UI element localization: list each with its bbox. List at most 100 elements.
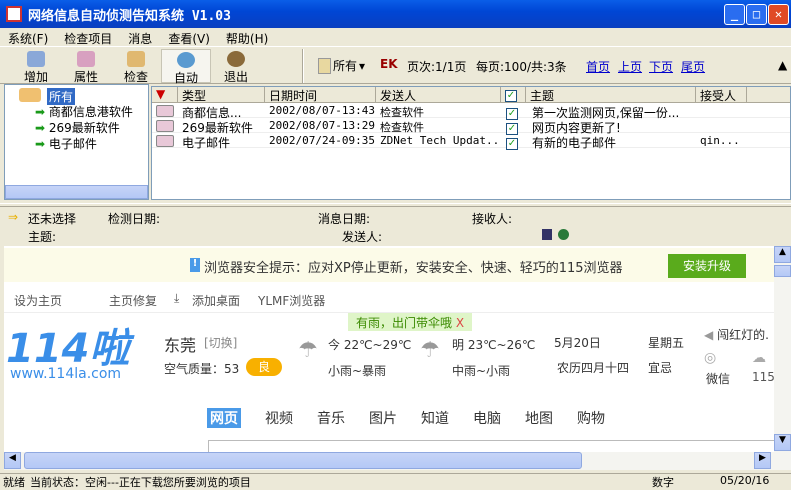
menu-check-items[interactable]: 检查项目: [64, 30, 112, 46]
checkbox-icon: ✓: [505, 90, 517, 102]
cell-sender: ZDNet Tech Updat...: [380, 134, 501, 147]
message-info-panel: ⇒ 还未选择 检测日期: 消息日期: 接收人: 主题: 发送人:: [4, 208, 791, 246]
col-date[interactable]: 日期时间: [265, 87, 376, 103]
search-tab[interactable]: 购物: [577, 408, 605, 428]
site-url: www.114la.com: [10, 366, 122, 382]
tree-item[interactable]: ➡ 269最新软件: [35, 119, 120, 136]
install-button[interactable]: 安装升级: [668, 254, 746, 278]
search-tab[interactable]: 知道: [421, 408, 449, 428]
auto-icon: [177, 52, 195, 68]
wechat-link[interactable]: 微信: [706, 370, 730, 387]
search-tab[interactable]: 电脑: [473, 408, 501, 428]
list-header: ▼ 类型 日期时间 发送人 ✓ 主题 接受人: [152, 87, 790, 103]
date: 5月20日: [554, 336, 601, 350]
cell-type: 电子邮件: [182, 136, 231, 150]
subject-label: 主题:: [28, 230, 57, 244]
next-page-link[interactable]: 下页: [649, 58, 673, 75]
menu-system[interactable]: 系统(F): [8, 30, 48, 46]
col-check[interactable]: ✓: [501, 87, 526, 103]
app-icon: [6, 6, 22, 22]
row-checkbox[interactable]: ✓: [506, 135, 518, 150]
search-tab[interactable]: 视频: [265, 408, 293, 428]
tree-item[interactable]: ➡ 电子邮件: [35, 135, 97, 152]
switch-city-link[interactable]: [切换]: [204, 334, 237, 351]
table-row[interactable]: 269最新软件 2002/08/07-13:29 检查软件 ✓ 网页内容更新了!: [152, 119, 790, 135]
banner-text: 浏览器安全提示：应对XP停止更新，安装安全、快速、轻巧的115浏览器: [204, 261, 623, 276]
tree-item[interactable]: ➡ 商都信息港软件: [35, 103, 133, 120]
properties-button[interactable]: 属性: [61, 49, 111, 84]
air-level-badge: 良: [246, 358, 282, 376]
add-button[interactable]: 增加: [11, 49, 61, 84]
minimize-button[interactable]: _: [724, 4, 745, 25]
search-tab[interactable]: 地图: [525, 408, 553, 428]
separator: [302, 49, 304, 83]
rain-icon: ☂: [298, 338, 318, 363]
col-receiver[interactable]: 接受人: [696, 87, 747, 103]
search-tab[interactable]: 网页: [207, 408, 241, 428]
set-homepage-link[interactable]: 设为主页: [14, 292, 62, 309]
last-page-link[interactable]: 尾页: [681, 58, 705, 75]
search-tabs: 网页 视频 音乐 图片 知道 电脑 地图 购物: [207, 408, 605, 428]
col-subject[interactable]: 主题: [526, 87, 696, 103]
weather-tip: 有雨，出门带伞哦 X: [348, 313, 473, 331]
tomorrow-temp: 明 23℃~26℃: [452, 338, 536, 352]
check-button[interactable]: 检查: [111, 49, 161, 84]
row-checkbox[interactable]: ✓: [506, 120, 518, 135]
menu-help[interactable]: 帮助(H): [226, 30, 268, 46]
num-lock-indicator: 数字: [652, 476, 674, 489]
tip-close-button[interactable]: X: [456, 316, 464, 330]
globe-icon[interactable]: [558, 229, 569, 240]
download-icon: ⤓: [174, 291, 180, 305]
status-text: 当前状态：空闲---正在下载您所要浏览的项目: [30, 476, 251, 489]
col-sender[interactable]: 发送人: [376, 87, 501, 103]
browser-hscrollbar[interactable]: ◀ ▶: [4, 452, 791, 470]
first-page-link[interactable]: 首页: [586, 58, 610, 75]
table-row[interactable]: 商都信息... 2002/08/07-13:43 检查软件 ✓ 第一次监测网页,…: [152, 104, 790, 120]
cell-date: 2002/07/24-09:35: [269, 134, 375, 147]
prev-page-link[interactable]: 上页: [618, 58, 642, 75]
maximize-button[interactable]: □: [746, 4, 767, 25]
cell-date: 2002/08/07-13:29: [269, 119, 375, 132]
browser-vscrollbar[interactable]: ▲ ▼: [774, 246, 791, 452]
toolbar-overflow-icon[interactable]: ▲: [778, 58, 787, 72]
status-date: 05/20/16: [720, 474, 770, 487]
flag-icon[interactable]: ▼: [152, 87, 178, 103]
cell-receiver: qin...: [700, 134, 740, 147]
add-icon: [27, 51, 45, 67]
message-date-label: 消息日期:: [318, 212, 371, 226]
link-115[interactable]: 115: [752, 370, 774, 384]
menu-messages[interactable]: 消息: [128, 30, 152, 46]
exit-button[interactable]: 退出: [211, 49, 261, 84]
splitter[interactable]: [0, 203, 791, 207]
delete-icon[interactable]: EK: [380, 57, 398, 71]
menu-bar: 系统(F) 检查项目 消息 查看(V) 帮助(H): [0, 28, 791, 46]
toolbar: 增加 属性 检查 自动 退出 所有 ▾ EK 页次:1/1页 每页:100/共:3…: [0, 46, 791, 85]
envelope-icon: [156, 135, 174, 147]
search-tab[interactable]: 音乐: [317, 408, 345, 428]
auto-button[interactable]: 自动: [161, 49, 211, 85]
check-icon: [127, 51, 145, 67]
close-button[interactable]: ✕: [768, 4, 789, 25]
news-ticker[interactable]: ◀ 闯红灯的.: [704, 326, 769, 343]
today-weather: 小雨~暴雨: [328, 364, 387, 378]
yiji-link[interactable]: 宜忌: [648, 359, 672, 376]
tree-hscrollbar[interactable]: [5, 185, 148, 199]
filter-dropdown[interactable]: 所有 ▾: [318, 57, 365, 74]
today-temp: 今 22℃~29℃: [328, 338, 412, 352]
search-input[interactable]: [208, 440, 774, 452]
add-desktop-link[interactable]: 添加桌面: [192, 292, 240, 309]
col-type[interactable]: 类型: [178, 87, 265, 103]
table-row[interactable]: 电子邮件 2002/07/24-09:35 ZDNet Tech Updat..…: [152, 134, 790, 150]
check-date-label: 检测日期:: [108, 212, 161, 226]
properties-icon: [77, 51, 95, 67]
ylmf-browser-link[interactable]: YLMF浏览器: [258, 292, 325, 309]
row-checkbox[interactable]: ✓: [506, 105, 518, 120]
menu-view[interactable]: 查看(V): [168, 30, 210, 46]
search-tab[interactable]: 图片: [369, 408, 397, 428]
speaker-icon: ◀: [704, 328, 714, 342]
folder-icon: [19, 88, 41, 102]
cloud-icon: ☁: [752, 350, 766, 366]
repair-homepage-link[interactable]: 主页修复: [109, 292, 157, 309]
save-icon[interactable]: [542, 229, 552, 240]
sender-label: 发送人:: [342, 230, 383, 244]
